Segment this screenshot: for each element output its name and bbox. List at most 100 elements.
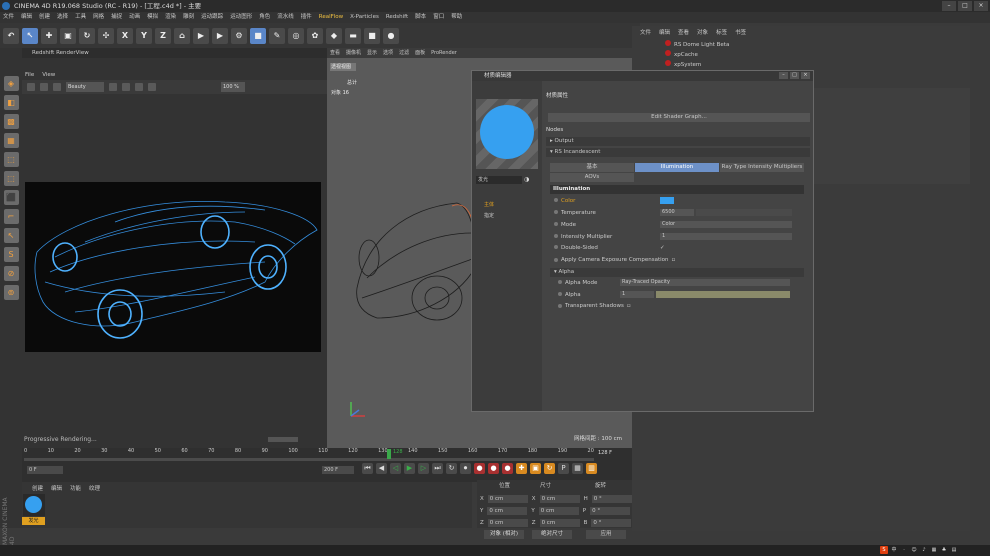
double-sided-checkbox[interactable]: ✓ — [660, 245, 665, 251]
edges-mode-icon[interactable]: ⬚ — [3, 171, 19, 186]
object-manager-menu-item[interactable]: 书签 — [735, 28, 746, 36]
menu-11[interactable]: 运动跟踪 — [201, 12, 223, 23]
coordinate-system-icon[interactable]: ⌂ — [174, 27, 190, 44]
record-key-icon[interactable]: ⏺ — [460, 463, 471, 474]
material-editor-titlebar[interactable]: 材质编辑器 – □ × — [472, 71, 813, 81]
deformer-icon[interactable]: ◆ — [326, 27, 342, 44]
menu-5[interactable]: 网格 — [93, 12, 104, 23]
prev-key-icon[interactable]: ◀ — [376, 463, 387, 474]
goto-start-icon[interactable]: ⏮ — [362, 463, 373, 474]
play-icon[interactable]: ▶ — [404, 463, 415, 474]
z-axis-button[interactable]: Z — [155, 27, 171, 44]
object-manager-menu-item[interactable]: 文件 — [640, 28, 651, 36]
node-incandescent-row[interactable]: ▾ RS Incandescent — [546, 148, 810, 157]
scale-tool-icon[interactable]: ▣ — [60, 27, 76, 44]
timeline-playhead[interactable] — [387, 449, 391, 459]
channel-assign[interactable]: 指定 — [484, 212, 494, 219]
key-move-icon[interactable]: ✚ — [516, 463, 527, 474]
anim-dot-icon[interactable] — [558, 291, 562, 296]
menu-16[interactable]: RealFlow — [319, 12, 343, 23]
axis-mode-icon[interactable]: ⌐ — [3, 209, 19, 224]
menu-3[interactable]: 选择 — [57, 12, 68, 23]
key-pla-icon[interactable]: ▦ — [572, 463, 583, 474]
voice-icon[interactable]: ♪ — [920, 546, 928, 554]
make-editable-icon[interactable]: ◈ — [3, 76, 19, 91]
loop-icon[interactable]: ↻ — [446, 463, 457, 474]
menu-1[interactable]: 编辑 — [21, 12, 32, 23]
transparent-shadows-checkbox[interactable]: ▫ — [627, 303, 631, 309]
color-swatch[interactable] — [660, 197, 674, 204]
viewport-menu-item[interactable]: 过滤 — [399, 48, 409, 58]
viewport-menu-item[interactable]: 面板 — [415, 48, 425, 58]
position-z-field[interactable]: 0 cm — [487, 519, 528, 527]
key-scale-icon[interactable]: ▣ — [530, 463, 541, 474]
x-axis-button[interactable]: X — [117, 27, 133, 44]
render-stop-icon[interactable] — [40, 83, 48, 91]
camera-icon[interactable]: ■ — [364, 27, 380, 44]
pen-spline-icon[interactable]: ✎ — [269, 27, 285, 44]
key-position-icon[interactable]: ● — [502, 463, 513, 474]
timeline-track[interactable] — [24, 458, 594, 461]
quantize-icon[interactable]: ⊚ — [3, 285, 19, 300]
rotation-p-field[interactable]: 0 ° — [590, 507, 631, 515]
mode-select[interactable]: Color — [660, 221, 792, 228]
snap-icon[interactable]: S — [3, 247, 19, 262]
size-z-field[interactable]: 0 cm — [539, 519, 580, 527]
refresh-icon[interactable] — [53, 83, 61, 91]
viewport-menu-item[interactable]: ProRender — [431, 48, 457, 58]
tab-illumination[interactable]: Illumination — [635, 163, 720, 172]
menu-15[interactable]: 插件 — [301, 12, 312, 23]
key-rotate-icon[interactable]: ↻ — [544, 463, 555, 474]
edit-shader-graph-button[interactable]: Edit Shader Graph... — [548, 113, 810, 122]
zoom-field[interactable]: 100 % — [221, 82, 245, 92]
viewport-menu-item[interactable]: 选项 — [383, 48, 393, 58]
timeline-ruler[interactable]: 0 10 20 30 40 50 60 70 80 90 100 110 120 130 140 150 160… — [24, 448, 594, 458]
anim-dot-icon[interactable] — [558, 304, 562, 308]
object-row[interactable]: RS Dome Light Beta — [665, 40, 729, 50]
tools-icon[interactable]: ▤ — [950, 546, 958, 554]
render-picture-viewer-icon[interactable]: ▶ — [212, 27, 228, 44]
menu-10[interactable]: 雕刻 — [183, 12, 194, 23]
anim-dot-icon[interactable] — [558, 279, 562, 284]
keyframe-selection-icon[interactable]: ● — [488, 463, 499, 474]
floor-icon[interactable]: ▬ — [345, 27, 361, 44]
material-editor-close-button[interactable]: × — [801, 72, 810, 79]
cloner-icon[interactable]: ✿ — [307, 27, 323, 44]
channel-icon[interactable] — [148, 83, 156, 91]
material-name-label[interactable]: 发光 — [22, 517, 45, 525]
object-row[interactable]: xpSystem — [665, 60, 729, 70]
intensity-field[interactable]: 1 — [660, 233, 792, 240]
key-param-icon[interactable]: P — [558, 463, 569, 474]
tab-basic[interactable]: 基本 — [550, 163, 635, 172]
viewport-menu-item[interactable]: 查看 — [330, 48, 340, 58]
material-name-field[interactable]: 发光 — [476, 176, 522, 184]
y-axis-button[interactable]: Y — [136, 27, 152, 44]
select-tool-icon[interactable]: ↖ — [22, 27, 38, 44]
temperature-field[interactable]: 6500 — [660, 209, 694, 216]
crop-icon[interactable] — [122, 83, 130, 91]
renderview-menu-file[interactable]: File — [25, 70, 34, 80]
move-tool-icon[interactable]: ✚ — [41, 27, 57, 44]
anim-dot-icon[interactable] — [554, 221, 558, 226]
model-mode-icon[interactable]: ◧ — [3, 95, 19, 110]
points-mode-icon[interactable]: ⬚ — [3, 152, 19, 167]
renderview-menu-view[interactable]: View — [42, 70, 55, 80]
snapshot-icon[interactable] — [135, 83, 143, 91]
material-editor-minimize-button[interactable]: – — [779, 72, 788, 79]
object-relative-select[interactable]: 对象 (相对) — [484, 530, 524, 539]
emoji-icon[interactable]: ☺ — [910, 546, 918, 554]
apply-button[interactable]: 应用 — [586, 530, 626, 539]
anim-dot-icon[interactable] — [554, 197, 558, 202]
sogou-ime-icon[interactable]: S — [880, 546, 888, 554]
menu-2[interactable]: 创建 — [39, 12, 50, 23]
material-editor-maximize-button[interactable]: □ — [790, 72, 799, 79]
menu-20[interactable]: 窗口 — [433, 12, 444, 23]
menu-6[interactable]: 捕捉 — [111, 12, 122, 23]
alpha-slider[interactable] — [656, 291, 790, 298]
viewport-menu-item[interactable]: 摄像机 — [346, 48, 361, 58]
render-canvas[interactable] — [25, 182, 321, 352]
object-row[interactable]: xpCache — [665, 50, 729, 60]
anim-dot-icon[interactable] — [554, 209, 558, 214]
channel-main[interactable]: 主体 — [484, 201, 494, 208]
cube-icon[interactable]: ■ — [250, 27, 266, 44]
